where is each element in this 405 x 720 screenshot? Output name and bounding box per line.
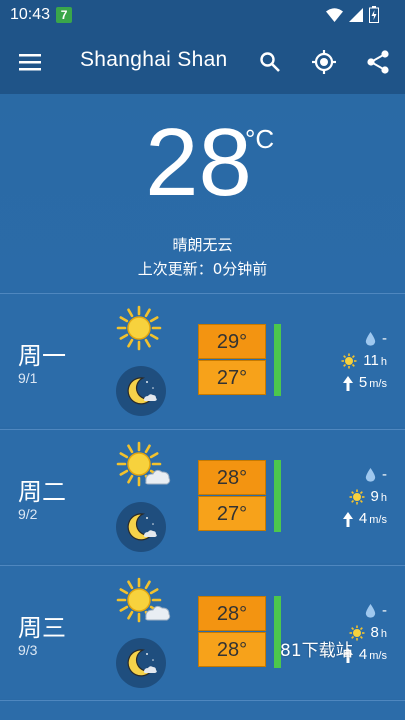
forecast-date: 9/2 xyxy=(18,506,38,522)
status-icons xyxy=(326,6,379,23)
rain-value: - xyxy=(382,330,387,347)
sun-small-icon xyxy=(341,352,363,369)
battery-icon xyxy=(369,6,379,23)
wind-value: 4 xyxy=(358,510,368,527)
watermark: 81下载站 xyxy=(280,641,353,661)
wifi-icon xyxy=(326,7,343,22)
forecast-low-temp: 28° xyxy=(198,632,266,667)
notification-badge: 7 xyxy=(56,7,73,23)
partly-cloudy-icon xyxy=(112,440,172,496)
sunshine-info: 9h xyxy=(349,488,387,505)
sun-hours-unit: h xyxy=(380,628,387,640)
sun-hours-value: 8 xyxy=(370,624,379,641)
temperature-unit: °C xyxy=(245,124,275,154)
current-conditions: 28 °C 晴朗无云 上次更新：0分钟前 xyxy=(0,94,405,292)
forecast-low-temp: 27° xyxy=(198,360,266,395)
raindrop-icon xyxy=(365,330,382,347)
wind-value: 5 xyxy=(358,374,368,391)
condition-text: 晴朗无云 xyxy=(172,236,233,254)
rain-info: - xyxy=(365,466,387,483)
forecast-row[interactable]: 周二 9/2 28° 27° -9 h 4 m/s xyxy=(0,429,405,563)
sun-hours-value: 11 xyxy=(363,352,379,369)
status-time: 10:43 xyxy=(10,6,51,23)
wind-unit: m/s xyxy=(369,514,387,526)
temp-indicator-bar xyxy=(274,460,281,532)
raindrop-icon xyxy=(365,466,382,483)
forecast-date: 9/3 xyxy=(18,642,38,658)
hamburger-menu-icon[interactable] xyxy=(18,50,44,74)
forecast-day-name: 周一 xyxy=(18,342,66,370)
wind-unit: m/s xyxy=(369,650,387,662)
location-title[interactable]: Shanghai Shan xyxy=(80,48,228,72)
rain-info: - xyxy=(365,330,387,347)
wind-info: 5 m/s xyxy=(342,374,387,391)
forecast-row-peek[interactable] xyxy=(0,700,405,720)
clear-night-icon xyxy=(116,366,166,416)
forecast-high-temp: 28° xyxy=(198,460,266,495)
last-updated-text: 上次更新：0分钟前 xyxy=(137,260,268,278)
gps-locate-icon[interactable] xyxy=(311,49,337,75)
forecast-high-temp: 28° xyxy=(198,596,266,631)
sunny-icon xyxy=(112,304,172,360)
search-icon[interactable] xyxy=(258,50,282,74)
raindrop-icon xyxy=(365,602,382,619)
forecast-date: 9/1 xyxy=(18,370,38,386)
sunshine-info: 8h xyxy=(349,624,387,641)
rain-value: - xyxy=(382,466,387,483)
sun-hours-unit: h xyxy=(380,356,387,368)
sun-hours-value: 9 xyxy=(370,488,379,505)
forecast-high-temp: 29° xyxy=(198,324,266,359)
rain-value: - xyxy=(382,602,387,619)
current-temperature: 28 xyxy=(145,109,252,216)
partly-cloudy-icon xyxy=(112,576,172,632)
cell-signal-icon xyxy=(349,7,363,22)
sun-hours-unit: h xyxy=(380,492,387,504)
forecast-low-temp: 27° xyxy=(198,496,266,531)
sun-small-icon xyxy=(349,488,371,505)
rain-info: - xyxy=(365,602,387,619)
forecast-day-name: 周二 xyxy=(18,478,66,506)
forecast-day-name: 周三 xyxy=(18,614,66,642)
forecast-row[interactable]: 周一 9/1 29° 27° -11 h 5 m/s xyxy=(0,293,405,427)
wind-arrow-icon xyxy=(342,374,359,391)
status-bar: 10:43 7 xyxy=(0,0,405,30)
temp-indicator-bar xyxy=(274,324,281,396)
sunshine-info: 11 h xyxy=(341,352,387,369)
wind-unit: m/s xyxy=(369,378,387,390)
wind-value: 4 xyxy=(358,646,368,663)
wind-arrow-icon xyxy=(342,510,359,527)
app-bar: Shanghai Shan xyxy=(0,30,405,94)
share-icon[interactable] xyxy=(366,49,390,75)
forecast-row[interactable]: 周三 9/3 28° 28° -8 h 4 m/s xyxy=(0,565,405,699)
clear-night-icon xyxy=(116,502,166,552)
wind-info: 4 m/s xyxy=(342,510,387,527)
clear-night-icon xyxy=(116,638,166,688)
